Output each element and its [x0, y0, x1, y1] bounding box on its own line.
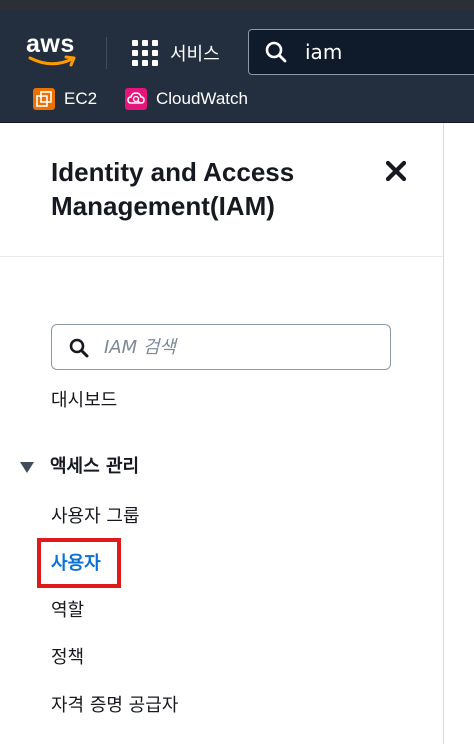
ec2-icon: [33, 88, 55, 110]
search-icon: [69, 338, 89, 358]
iam-search-field[interactable]: [51, 324, 391, 370]
aws-smile-icon: [28, 55, 76, 67]
section-label: 액세스 관리: [50, 456, 140, 477]
global-search-value: iam: [305, 40, 343, 64]
favorite-ec2-label: EC2: [64, 89, 98, 108]
grid-icon: [132, 40, 158, 66]
sidebar-item-dashboard[interactable]: 대시보드: [51, 389, 117, 413]
iam-sidebar: Identity and Access Management(IAM) 대시보드…: [0, 123, 444, 744]
header-divider: [106, 37, 107, 69]
sidebar-title-line1: Identity and Access: [51, 157, 295, 187]
sidebar-title-line2: Management(IAM): [51, 191, 275, 221]
top-navigation-bar: aws 서비스 iam: [0, 10, 474, 78]
global-search-input[interactable]: iam: [248, 29, 474, 75]
sidebar-item-roles[interactable]: 역할: [51, 599, 84, 623]
highlight-annotation-box: [37, 538, 121, 588]
caret-down-icon: [20, 461, 34, 473]
close-icon: [385, 160, 407, 182]
search-icon: [265, 41, 287, 63]
access-management-section-toggle[interactable]: 액세스 관리: [20, 455, 139, 479]
aws-logo[interactable]: aws: [26, 30, 82, 72]
window-top-strip: [0, 0, 474, 10]
favorite-cloudwatch-label: CloudWatch: [156, 89, 248, 108]
services-menu-button[interactable]: 서비스: [132, 40, 220, 66]
sidebar-item-user-groups[interactable]: 사용자 그룹: [51, 505, 140, 529]
sidebar-item-policies[interactable]: 정책: [51, 646, 84, 670]
favorite-ec2[interactable]: EC2: [33, 86, 97, 112]
services-label: 서비스: [170, 44, 220, 65]
iam-search-input[interactable]: [104, 333, 374, 361]
cloudwatch-icon: [125, 88, 147, 110]
favorite-cloudwatch[interactable]: CloudWatch: [125, 86, 248, 112]
sidebar-divider: [0, 256, 443, 257]
close-sidebar-button[interactable]: [384, 159, 408, 183]
sidebar-title[interactable]: Identity and Access Management(IAM): [51, 155, 351, 223]
aws-logo-text: aws: [26, 30, 75, 58]
sidebar-item-identity-providers[interactable]: 자격 증명 공급자: [51, 694, 178, 718]
